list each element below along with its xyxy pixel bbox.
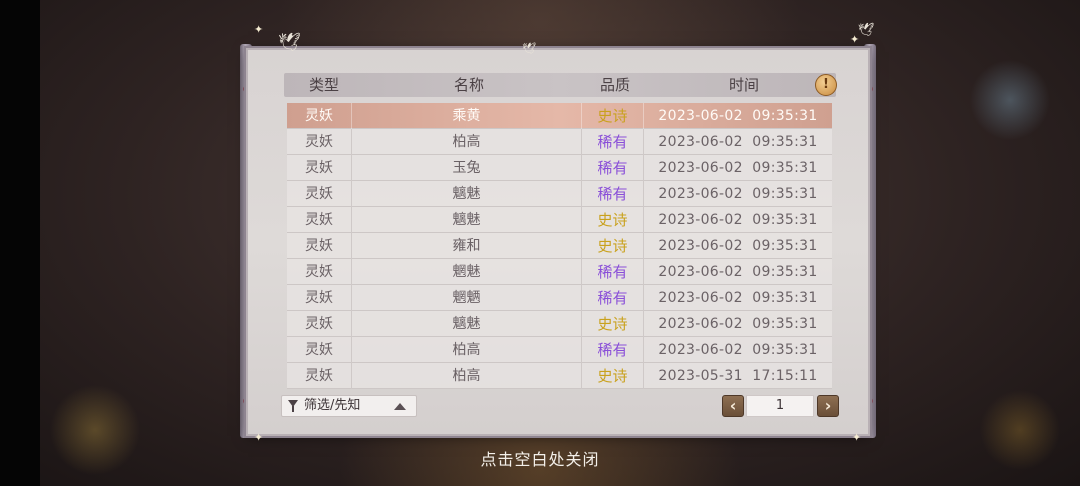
row-type: 灵妖: [287, 129, 352, 155]
swallow-icon: 🕊: [858, 23, 875, 38]
row-name: 魑魅: [352, 181, 582, 207]
row-name: 乘黄: [352, 103, 582, 129]
row-time: 2023-06-02 09:35:31: [658, 134, 818, 150]
row-quality: 稀有: [582, 285, 644, 311]
table-row[interactable]: 灵妖 乘黄 史诗 2023-06-02 09:35:31: [287, 103, 832, 129]
sparkle-icon: ✦: [852, 431, 862, 444]
info-icon[interactable]: !: [815, 74, 837, 96]
header-name: 名称: [453, 76, 484, 94]
row-name: 柏高: [352, 337, 582, 363]
sparkle-icon: ✦: [850, 33, 860, 46]
table-row[interactable]: 灵妖 柏高 史诗 2023-05-31 17:15:11: [287, 363, 832, 389]
row-type: 灵妖: [287, 155, 352, 181]
row-type: 灵妖: [287, 181, 352, 207]
row-quality: 稀有: [582, 337, 644, 363]
filter-dropdown[interactable]: 筛选/先知: [281, 395, 417, 417]
prev-page-button[interactable]: ‹: [722, 395, 744, 417]
table-row[interactable]: 灵妖 柏高 稀有 2023-06-02 09:35:31: [287, 337, 832, 363]
row-name: 柏高: [352, 129, 582, 155]
table-row[interactable]: 灵妖 魑魅 史诗 2023-06-02 09:35:31: [287, 207, 832, 233]
row-name: 玉兔: [352, 155, 582, 181]
row-time: 2023-06-02 09:35:31: [658, 212, 818, 228]
header-time: 时间: [728, 76, 759, 94]
row-quality: 稀有: [582, 155, 644, 181]
table-row[interactable]: 灵妖 魍魉 稀有 2023-06-02 09:35:31: [287, 285, 832, 311]
page-number: 1: [746, 395, 814, 417]
row-type: 灵妖: [287, 285, 352, 311]
row-type: 灵妖: [287, 207, 352, 233]
row-time: 2023-06-02 09:35:31: [658, 186, 818, 202]
row-time: 2023-06-02 09:35:31: [658, 316, 818, 332]
row-quality: 史诗: [582, 311, 644, 337]
sparkle-icon: ✦: [254, 23, 264, 36]
header-quality: 品质: [599, 76, 630, 94]
row-quality: 史诗: [582, 207, 644, 233]
swallow-icon: 🕊: [522, 42, 536, 55]
screen-edge-bar: [0, 0, 40, 486]
row-name: 魑魅: [352, 311, 582, 337]
table-row[interactable]: 灵妖 柏高 稀有 2023-06-02 09:35:31: [287, 129, 832, 155]
next-page-button[interactable]: ›: [817, 395, 839, 417]
row-time: 2023-06-02 09:35:31: [658, 290, 818, 306]
table-row[interactable]: 灵妖 雍和 史诗 2023-06-02 09:35:31: [287, 233, 832, 259]
row-quality: 稀有: [582, 129, 644, 155]
row-quality: 史诗: [582, 103, 644, 129]
row-type: 灵妖: [287, 311, 352, 337]
record-list: 灵妖 乘黄 史诗 2023-06-02 09:35:31 灵妖 柏高 稀有 2023-06-0…: [287, 103, 832, 389]
row-quality: 史诗: [582, 233, 644, 259]
row-name: 魑魅: [352, 207, 582, 233]
row-type: 灵妖: [287, 259, 352, 285]
close-hint-text: 点击空白处关闭: [480, 450, 600, 469]
row-name: 雍和: [352, 233, 582, 259]
row-name: 魍魅: [352, 259, 582, 285]
row-type: 灵妖: [287, 337, 352, 363]
table-header: 类型 名称 品质 时间: [284, 73, 836, 97]
row-quality: 史诗: [582, 363, 644, 389]
row-time: 2023-06-02 09:35:31: [658, 238, 818, 254]
filter-icon: [288, 400, 298, 412]
table-row[interactable]: 灵妖 魑魅 史诗 2023-06-02 09:35:31: [287, 311, 832, 337]
row-time: 2023-06-02 09:35:31: [658, 160, 818, 176]
sparkle-icon: ✦: [254, 431, 264, 444]
row-time: 2023-05-31 17:15:11: [658, 368, 818, 384]
row-time: 2023-06-02 09:35:31: [658, 264, 818, 280]
row-type: 灵妖: [287, 233, 352, 259]
row-quality: 稀有: [582, 181, 644, 207]
swallow-icon: 🕊: [278, 32, 301, 53]
row-time: 2023-06-02 09:35:31: [658, 108, 818, 124]
row-type: 灵妖: [287, 103, 352, 129]
row-time: 2023-06-02 09:35:31: [658, 342, 818, 358]
table-row[interactable]: 灵妖 魑魅 稀有 2023-06-02 09:35:31: [287, 181, 832, 207]
row-quality: 稀有: [582, 259, 644, 285]
row-type: 灵妖: [287, 363, 352, 389]
caret-up-icon: [394, 403, 406, 410]
filter-label: 筛选/先知: [304, 398, 361, 413]
table-row[interactable]: 灵妖 魍魅 稀有 2023-06-02 09:35:31: [287, 259, 832, 285]
table-row[interactable]: 灵妖 玉兔 稀有 2023-06-02 09:35:31: [287, 155, 832, 181]
row-name: 柏高: [352, 363, 582, 389]
header-type: 类型: [308, 76, 339, 94]
row-name: 魍魉: [352, 285, 582, 311]
